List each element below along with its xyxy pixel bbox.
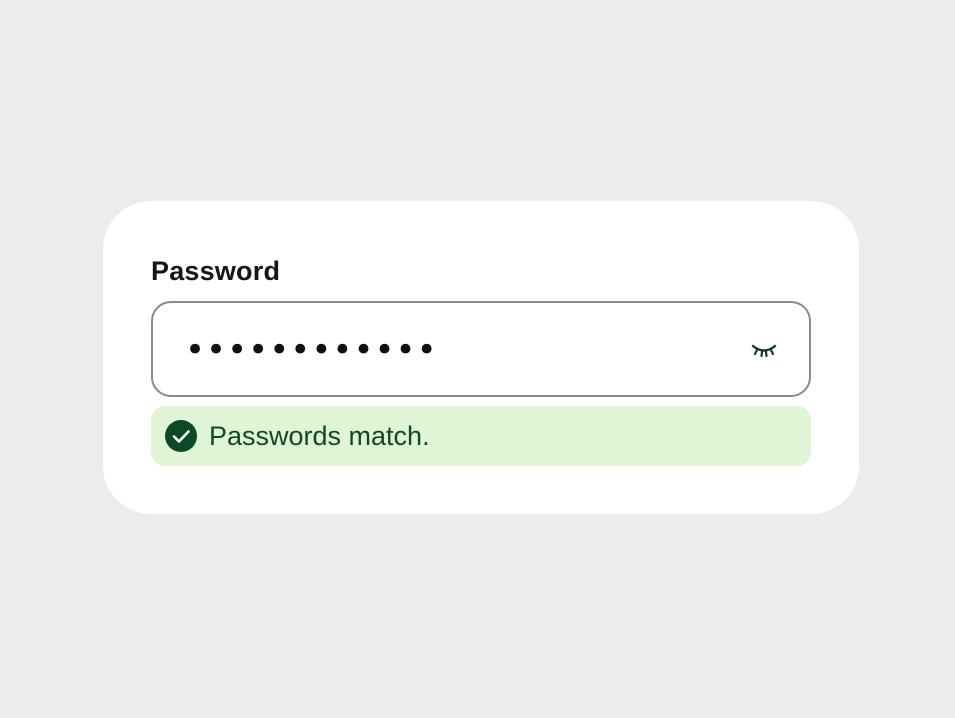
eye-closed-icon[interactable] xyxy=(749,337,779,363)
password-input[interactable]: •••••••••••• xyxy=(151,301,811,397)
check-circle-icon xyxy=(165,420,197,452)
status-message: Passwords match. xyxy=(209,421,430,451)
password-card: Password •••••••••••• Passwords match. xyxy=(103,201,859,514)
password-match-status: Passwords match. xyxy=(151,406,811,466)
password-label: Password xyxy=(151,256,281,286)
password-input-value[interactable]: •••••••••••• xyxy=(185,331,438,369)
